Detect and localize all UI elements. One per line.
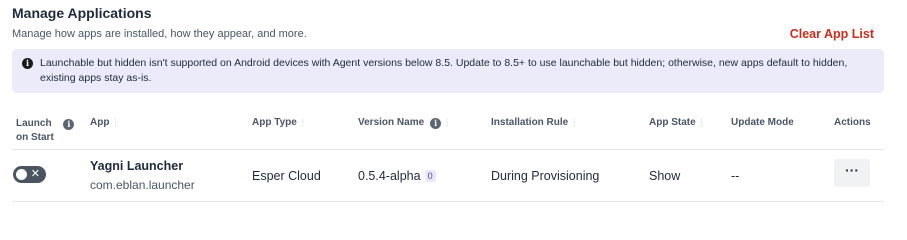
launch-info-icon[interactable]: i [63,119,75,130]
more-actions-button[interactable]: ··· [834,159,870,187]
row-divider [12,201,884,202]
sort-icon: ⋮ [111,118,120,127]
header-divider [12,149,884,150]
header-app-label: App [90,117,110,128]
app-name: Yagni Launcher [90,159,184,173]
header-update-mode: Update Mode [731,117,794,128]
header-app-type[interactable]: App Type ⋮ [252,117,307,128]
page-subtitle: Manage how apps are installed, how they … [12,28,307,40]
app-package: com.eblan.launcher [90,178,195,192]
sort-icon: ⋮ [570,118,579,127]
sort-icon: ⋮ [298,118,307,127]
toggle-knob [16,169,27,180]
header-launch-on-start: Launch i on Start [16,117,75,145]
close-icon: ✕ [30,168,40,180]
header-launch-line2: on Start [16,132,54,143]
update-mode-cell: -- [731,169,740,183]
info-banner: i Launchable but hidden isn't supported … [12,49,884,93]
header-version-name[interactable]: Version Name i ⋮ [358,117,451,129]
header-app-type-label: App Type [252,117,297,128]
sort-icon: ⋮ [697,118,706,127]
header-launch-line1: Launch [16,118,52,129]
header-app-state[interactable]: App State ⋮ [649,117,706,128]
app-state-cell: Show [649,169,681,183]
version-info-icon[interactable]: i [430,118,442,129]
banner-text: Launchable but hidden isn't supported on… [40,57,848,84]
page-title: Manage Applications [12,5,152,21]
launch-on-start-toggle[interactable]: ✕ [13,166,46,183]
header-installation-rule[interactable]: Installation Rule ⋮ [491,117,578,128]
sort-icon: ⋮ [443,118,452,127]
version-count-badge[interactable]: 0 [424,170,436,182]
clear-app-list-link[interactable]: Clear App List [790,27,874,41]
installation-rule-cell: During Provisioning [491,169,600,183]
version-name: 0.5.4-alpha [358,169,421,183]
header-version-name-label: Version Name [358,117,425,128]
version-cell: 0.5.4-alpha 0 [358,169,436,183]
header-app[interactable]: App ⋮ [90,117,119,128]
header-app-state-label: App State [649,117,696,128]
header-actions: Actions [834,117,871,128]
header-installation-rule-label: Installation Rule [491,117,569,128]
app-type-cell: Esper Cloud [252,169,321,183]
info-icon: i [22,58,33,69]
